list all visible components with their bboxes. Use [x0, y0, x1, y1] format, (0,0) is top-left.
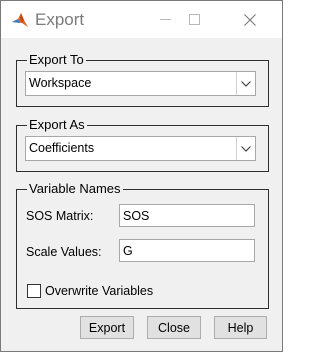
title-bar[interactable]: Export [1, 1, 282, 38]
export-as-group: Export As Coefficients [16, 117, 269, 172]
sos-matrix-label: SOS Matrix: [26, 209, 94, 223]
export-to-title: Export To [27, 52, 86, 68]
maximize-icon[interactable] [171, 1, 217, 38]
export-button[interactable]: Export [80, 316, 134, 339]
chevron-down-icon[interactable] [236, 72, 255, 95]
close-icon[interactable] [227, 1, 273, 38]
matlab-logo-icon [11, 11, 29, 29]
chevron-down-icon[interactable] [236, 137, 255, 160]
export-as-value: Coefficients [29, 141, 95, 155]
checkbox-box[interactable] [27, 284, 41, 298]
variable-names-group: Variable Names SOS Matrix: Scale Values:… [16, 181, 269, 309]
close-button[interactable]: Close [147, 316, 201, 339]
export-as-title: Export As [27, 117, 87, 133]
variable-names-title: Variable Names [27, 181, 123, 197]
export-to-group: Export To Workspace [16, 52, 269, 107]
scale-values-label: Scale Values: [26, 245, 102, 259]
export-to-select[interactable]: Workspace [25, 71, 256, 96]
scale-values-input[interactable] [119, 239, 255, 262]
help-button[interactable]: Help [214, 316, 267, 339]
export-to-value: Workspace [29, 76, 92, 90]
window-title: Export [35, 10, 85, 29]
export-as-select[interactable]: Coefficients [25, 136, 256, 161]
overwrite-variables-label: Overwrite Variables [45, 284, 154, 298]
sos-matrix-input[interactable] [119, 204, 255, 227]
export-dialog: Export Export To Workspace Export As Coe… [0, 0, 283, 352]
overwrite-variables-checkbox[interactable]: Overwrite Variables [27, 284, 153, 298]
